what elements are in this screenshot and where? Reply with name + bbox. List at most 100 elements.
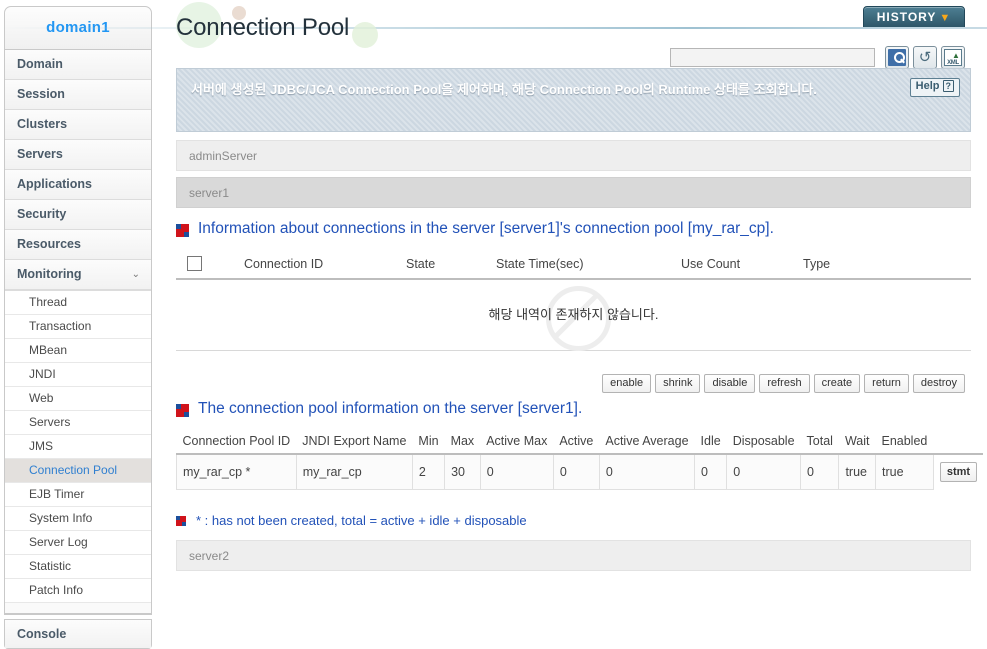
table-header-row: Connection ID State State Time(sec) Use … — [176, 252, 971, 280]
help-button[interactable]: Help? — [909, 78, 960, 97]
sidebar-item-session[interactable]: Session — [5, 80, 151, 110]
sidebar-item-monitoring[interactable]: Monitoring ⌄ — [5, 260, 151, 290]
sidebar-subitem-label: JNDI — [29, 367, 56, 381]
help-label: Help — [915, 80, 940, 92]
sidebar-subitem-label: Servers — [29, 415, 71, 429]
sidebar-item-domain[interactable]: Domain — [5, 50, 151, 80]
select-all-checkbox[interactable] — [187, 256, 202, 271]
column-header-type: Type — [803, 257, 831, 271]
sidebar-item-patch-info[interactable]: Patch Info — [5, 579, 151, 603]
column-header-actions — [933, 432, 984, 455]
sidebar-nav: Domain Session Clusters Servers Applicat… — [4, 50, 152, 615]
footnote-text: * : has not been created, total = active… — [196, 513, 527, 528]
action-button-row: enable shrink disable refresh create ret… — [602, 374, 965, 393]
column-header-min: Min — [412, 432, 445, 455]
sidebar-item-web[interactable]: Web — [5, 387, 151, 411]
note-marker-icon — [176, 516, 186, 526]
destroy-button[interactable]: destroy — [912, 374, 965, 393]
sidebar-subitem-label: Thread — [29, 295, 68, 309]
stmt-button[interactable]: stmt — [939, 462, 978, 482]
xml-export-button[interactable]: ▲ XML — [941, 46, 965, 69]
create-button[interactable]: create — [813, 374, 861, 393]
sidebar-item-server-log[interactable]: Server Log — [5, 531, 151, 555]
sidebar-item-servers[interactable]: Servers — [5, 140, 151, 170]
sidebar-item-ejb-timer[interactable]: EJB Timer — [5, 483, 151, 507]
sidebar-item-transaction[interactable]: Transaction — [5, 315, 151, 339]
sidebar-item-security[interactable]: Security — [5, 200, 151, 230]
page-title: Connection Pool — [176, 14, 350, 41]
cell-active-average: 0 — [598, 453, 696, 490]
server-row-server1[interactable]: server1 — [176, 177, 971, 208]
sidebar-footer: Console — [4, 619, 152, 649]
sidebar-item-label: Security — [17, 207, 67, 221]
column-header-connection-id: Connection ID — [244, 257, 324, 271]
cell-total: 0 — [800, 453, 840, 490]
sidebar: domain1 Domain Session Clusters Servers … — [4, 6, 152, 649]
sidebar-spacer — [5, 603, 151, 614]
sidebar-subitem-label: JMS — [29, 439, 53, 453]
question-mark-icon: ? — [942, 80, 954, 92]
cell-connection-pool-id: my_rar_cp * — [176, 453, 297, 490]
disable-button[interactable]: disable — [704, 374, 756, 393]
return-button[interactable]: return — [864, 374, 909, 393]
decorative-circle-medium — [352, 22, 378, 48]
enable-button[interactable]: enable — [602, 374, 652, 393]
shrink-button[interactable]: shrink — [655, 374, 701, 393]
refresh-button[interactable]: ↺ — [913, 46, 937, 69]
cell-min: 2 — [411, 453, 446, 490]
search-icon — [888, 49, 906, 66]
refresh-button-action[interactable]: refresh — [759, 374, 810, 393]
column-header-active-average: Active Average — [599, 432, 695, 455]
sidebar-item-thread[interactable]: Thread — [5, 291, 151, 315]
cell-disposable: 0 — [726, 453, 802, 490]
history-button[interactable]: HISTORY ▼ — [863, 6, 965, 29]
sidebar-item-statistic[interactable]: Statistic — [5, 555, 151, 579]
column-header-active: Active — [553, 432, 600, 455]
sidebar-subitem-label: Patch Info — [29, 583, 84, 597]
main-content: Connection Pool HISTORY ▼ ↺ ▲ XML 서버에 생성된 … — [0, 0, 987, 633]
cell-active: 0 — [552, 453, 600, 490]
column-header-disposable: Disposable — [726, 432, 801, 455]
cell-wait: true — [838, 453, 876, 490]
column-header-state-time: State Time(sec) — [496, 257, 584, 271]
sidebar-item-resources[interactable]: Resources — [5, 230, 151, 260]
sidebar-item-connection-pool[interactable]: Connection Pool — [5, 459, 151, 483]
sidebar-item-jms[interactable]: JMS — [5, 435, 151, 459]
sidebar-item-label: Monitoring — [17, 267, 82, 281]
sidebar-item-label: Resources — [17, 237, 81, 251]
connections-table: Connection ID State State Time(sec) Use … — [176, 252, 971, 351]
cell-actions: stmt — [933, 454, 983, 489]
cell-active-max: 0 — [479, 453, 554, 490]
sidebar-item-servers-monitoring[interactable]: Servers — [5, 411, 151, 435]
search-button[interactable] — [885, 46, 909, 69]
pool-info-table: Connection Pool ID JNDI Export Name Min … — [176, 432, 984, 490]
sidebar-item-console[interactable]: Console — [5, 620, 151, 648]
sidebar-item-system-info[interactable]: System Info — [5, 507, 151, 531]
sidebar-subitem-label: Transaction — [29, 319, 92, 333]
sidebar-item-label: Servers — [17, 147, 63, 161]
sidebar-subitem-label: Web — [29, 391, 54, 405]
column-header-wait: Wait — [838, 432, 876, 455]
empty-message: 해당 내역이 존재하지 않습니다. — [488, 307, 659, 322]
pool-section-heading: The connection pool information on the s… — [176, 400, 582, 418]
sidebar-subitem-label: System Info — [29, 511, 93, 525]
xml-export-icon: ▲ XML — [944, 49, 962, 66]
server-row-adminserver[interactable]: adminServer — [176, 140, 971, 171]
sidebar-item-applications[interactable]: Applications — [5, 170, 151, 200]
sidebar-item-mbean[interactable]: MBean — [5, 339, 151, 363]
search-input[interactable] — [670, 48, 875, 67]
server-row-server2[interactable]: server2 — [176, 540, 971, 571]
server-name: adminServer — [189, 149, 258, 163]
table-header-row: Connection Pool ID JNDI Export Name Min … — [176, 432, 984, 455]
sidebar-subitem-label: Server Log — [29, 535, 88, 549]
column-header-jndi-export-name: JNDI Export Name — [296, 432, 413, 455]
table-row[interactable]: my_rar_cp * my_rar_cp 2 30 0 0 0 0 0 0 t… — [176, 453, 984, 490]
cell-enabled: true — [874, 453, 934, 490]
column-header-use-count: Use Count — [681, 257, 741, 271]
sidebar-item-jndi[interactable]: JNDI — [5, 363, 151, 387]
description-banner: 서버에 생성된 JDBC/JCA Connection Pool을 제어하며, … — [176, 68, 971, 132]
sidebar-item-label: Session — [17, 87, 65, 101]
sidebar-item-clusters[interactable]: Clusters — [5, 110, 151, 140]
empty-state: 해당 내역이 존재하지 않습니다. — [176, 280, 971, 351]
connections-section-heading: Information about connections in the ser… — [176, 220, 774, 238]
